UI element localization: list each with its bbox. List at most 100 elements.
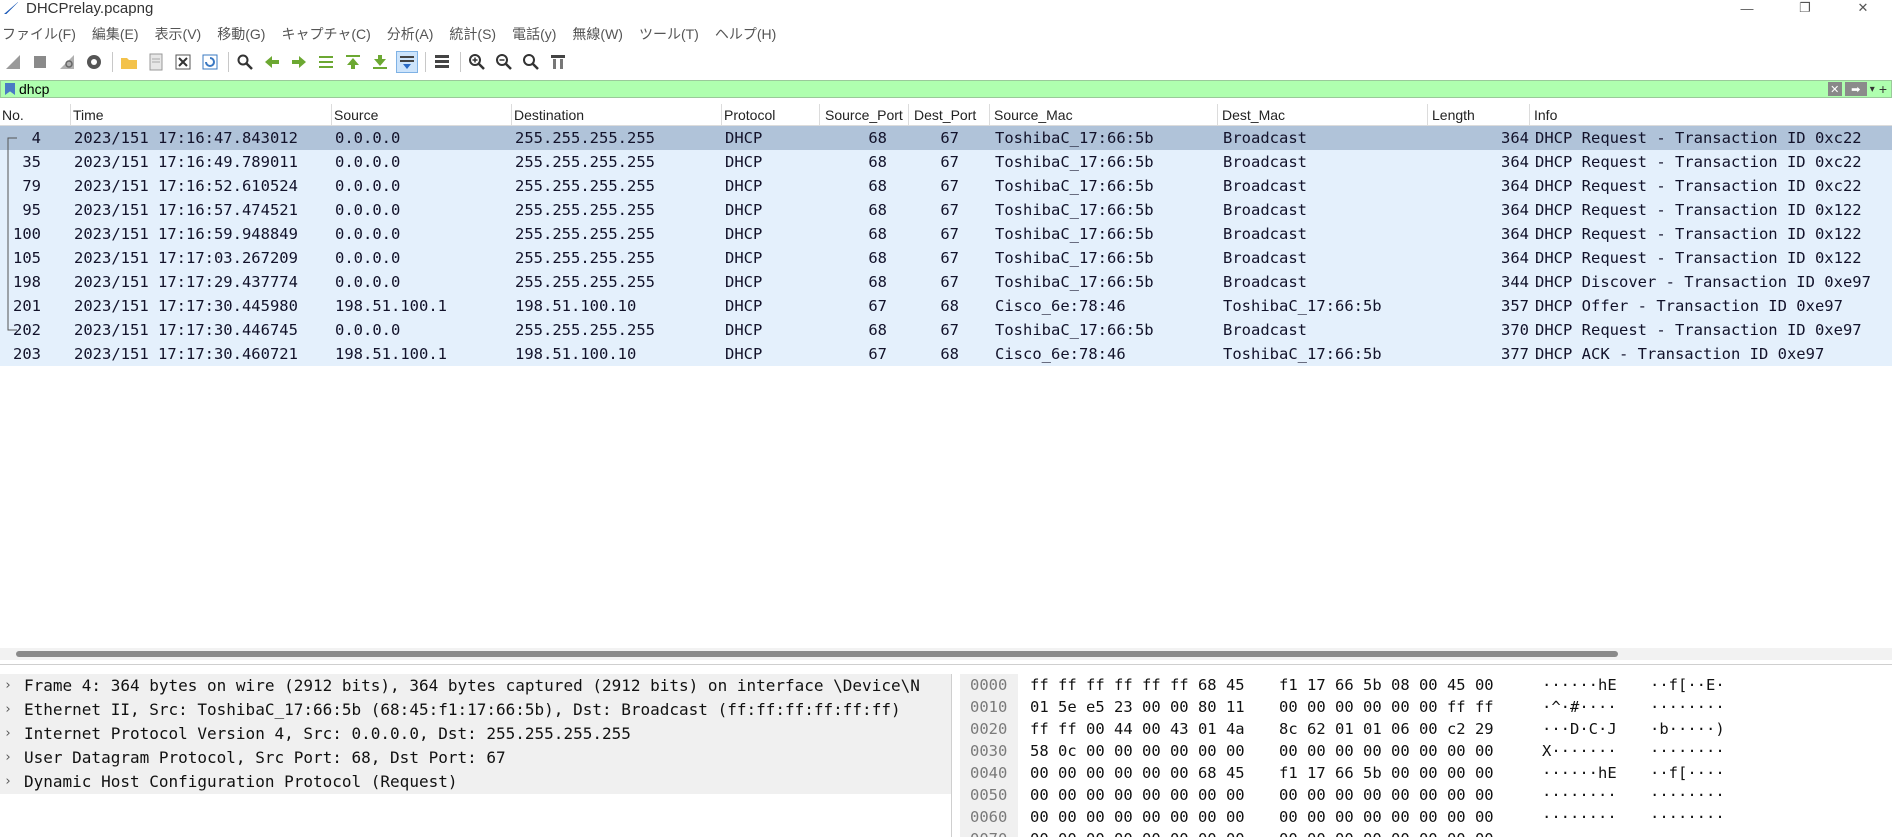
display-filter-input[interactable] [19,81,1828,97]
detail-frame[interactable]: › Frame 4: 364 bytes on wire (2912 bits)… [0,674,951,698]
hex-row[interactable]: 0040 00 00 00 00 00 00 68 45 f1 17 66 5b 0… [960,762,1892,784]
expand-arrow-icon[interactable]: › [4,674,12,698]
column-source[interactable]: Source [332,104,512,126]
column-dest-port[interactable]: Dest_Port [912,104,990,126]
cell-dport: 67 [940,273,959,291]
hex-bytes: f1 17 66 5b 00 00 00 00 [1279,764,1494,782]
packet-row[interactable]: 201 2023/151 17:17:30.445980 198.51.100.1 1… [0,294,1892,318]
detail-dhcp[interactable]: › Dynamic Host Configuration Protocol (R… [0,770,951,794]
colorize-icon[interactable] [431,51,453,73]
packet-row[interactable]: 100 2023/151 17:16:59.948849 0.0.0.0 255.25… [0,222,1892,246]
save-file-icon[interactable] [145,51,167,73]
column-destination[interactable]: Destination [512,104,722,126]
cell-no: 4 [31,129,41,147]
cell-proto: DHCP [725,297,763,315]
hex-row[interactable]: 0030 58 0c 00 00 00 00 00 00 00 00 00 00 0… [960,740,1892,762]
go-forward-icon[interactable] [288,51,310,73]
hex-row[interactable]: 0070 00 00 00 00 00 00 00 00 00 00 00 00 0… [960,828,1892,837]
minimize-button[interactable]: — [1718,0,1776,16]
cell-dmac: Broadcast [1223,321,1307,339]
packet-row[interactable]: 203 2023/151 17:17:30.460721 198.51.100.1 1… [0,342,1892,366]
column-info[interactable]: Info [1532,104,1892,126]
reload-icon[interactable] [199,51,221,73]
hex-row[interactable]: 0000 ff ff ff ff ff ff 68 45 f1 17 66 5b 0… [960,674,1892,696]
cell-dmac: Broadcast [1223,201,1307,219]
packet-row[interactable]: 202 2023/151 17:17:30.446745 0.0.0.0 255.25… [0,318,1892,342]
zoom-out-icon[interactable] [493,51,515,73]
go-to-packet-icon[interactable] [315,51,337,73]
close-file-icon[interactable] [172,51,194,73]
capture-options-icon[interactable] [83,51,105,73]
pane-splitter[interactable] [0,664,1892,668]
packet-row[interactable]: 4 2023/151 17:16:47.843012 0.0.0.0 255.255.… [0,126,1892,150]
apply-filter-icon[interactable]: ➡ [1844,82,1867,96]
column-dest-mac[interactable]: Dest_Mac [1220,104,1428,126]
resize-columns-icon[interactable] [547,51,569,73]
cell-proto: DHCP [725,249,763,267]
go-back-icon[interactable] [261,51,283,73]
detail-ipv4[interactable]: › Internet Protocol Version 4, Src: 0.0.… [0,722,951,746]
cell-dmac: ToshibaC_17:66:5b [1223,345,1382,363]
expand-arrow-icon[interactable]: › [4,698,12,722]
toolbar-separator [460,52,461,72]
expand-arrow-icon[interactable]: › [4,770,12,794]
column-no[interactable]: No. [0,104,71,126]
cell-dport: 68 [940,297,959,315]
maximize-button[interactable]: ❐ [1776,0,1834,16]
column-source-mac[interactable]: Source_Mac [992,104,1218,126]
zoom-reset-icon[interactable] [520,51,542,73]
menu-wireless[interactable]: 無線(W) [572,24,623,44]
hex-row[interactable]: 0020 ff ff 00 44 00 43 01 4a 8c 62 01 01 0… [960,718,1892,740]
restart-icon[interactable] [56,51,78,73]
zoom-in-icon[interactable] [466,51,488,73]
packet-row[interactable]: 35 2023/151 17:16:49.789011 0.0.0.0 255.255… [0,150,1892,174]
find-icon[interactable] [234,51,256,73]
packet-row[interactable]: 105 2023/151 17:17:03.267209 0.0.0.0 255.25… [0,246,1892,270]
packet-row[interactable]: 79 2023/151 17:16:52.610524 0.0.0.0 255.255… [0,174,1892,198]
detail-udp[interactable]: › User Datagram Protocol, Src Port: 68, … [0,746,951,770]
column-time[interactable]: Time [71,104,332,126]
menu-analyze[interactable]: 分析(A) [387,24,434,44]
expand-arrow-icon[interactable]: › [4,722,12,746]
go-last-icon[interactable] [369,51,391,73]
cell-dst: 198.51.100.10 [515,297,637,315]
menu-help[interactable]: ヘルプ(H) [715,24,776,44]
shark-start-icon[interactable] [2,51,24,73]
menu-view[interactable]: 表示(V) [155,24,202,44]
menu-tools[interactable]: ツール(T) [639,24,699,44]
display-filter-bar: ✕ ➡ ▾ + [0,80,1892,98]
add-filter-button[interactable]: + [1879,81,1887,97]
cell-dst: 255.255.255.255 [515,201,655,219]
filter-history-dropdown[interactable]: ▾ [1870,84,1875,95]
cell-info: DHCP Request - Transaction ID 0x122 [1535,201,1862,219]
close-button[interactable]: ✕ [1834,0,1892,16]
detail-ethernet[interactable]: › Ethernet II, Src: ToshibaC_17:66:5b (6… [0,698,951,722]
packet-row[interactable]: 95 2023/151 17:16:57.474521 0.0.0.0 255.255… [0,198,1892,222]
hex-row[interactable]: 0050 00 00 00 00 00 00 00 00 00 00 00 00 0… [960,784,1892,806]
column-protocol[interactable]: Protocol [722,104,820,126]
go-first-icon[interactable] [342,51,364,73]
cell-len: 377 [1501,345,1529,363]
menu-file[interactable]: ファイル(F) [2,24,76,44]
menu-capture[interactable]: キャプチャ(C) [281,24,370,44]
column-length[interactable]: Length [1430,104,1530,126]
cell-no: 202 [13,321,41,339]
scrollbar-thumb[interactable] [16,651,1618,657]
autoscroll-icon[interactable] [396,51,418,73]
bookmark-icon[interactable] [5,83,15,95]
menu-telephony[interactable]: 電話(y) [512,24,556,44]
column-source-port[interactable]: Source_Port [823,104,909,126]
stop-icon[interactable] [29,51,51,73]
packet-list-hscrollbar[interactable] [0,648,1892,660]
menu-statistics[interactable]: 統計(S) [449,24,496,44]
menu-edit[interactable]: 編集(E) [92,24,139,44]
menu-go[interactable]: 移動(G) [217,24,265,44]
packet-row[interactable]: 198 2023/151 17:17:29.437774 0.0.0.0 255.25… [0,270,1892,294]
cell-smac: ToshibaC_17:66:5b [995,201,1154,219]
expand-arrow-icon[interactable]: › [4,746,12,770]
clear-filter-icon[interactable]: ✕ [1827,82,1842,96]
hex-row[interactable]: 0010 01 5e e5 23 00 00 80 11 00 00 00 00 0… [960,696,1892,718]
cell-dport: 67 [940,129,959,147]
hex-row[interactable]: 0060 00 00 00 00 00 00 00 00 00 00 00 00 0… [960,806,1892,828]
open-folder-icon[interactable] [118,51,140,73]
